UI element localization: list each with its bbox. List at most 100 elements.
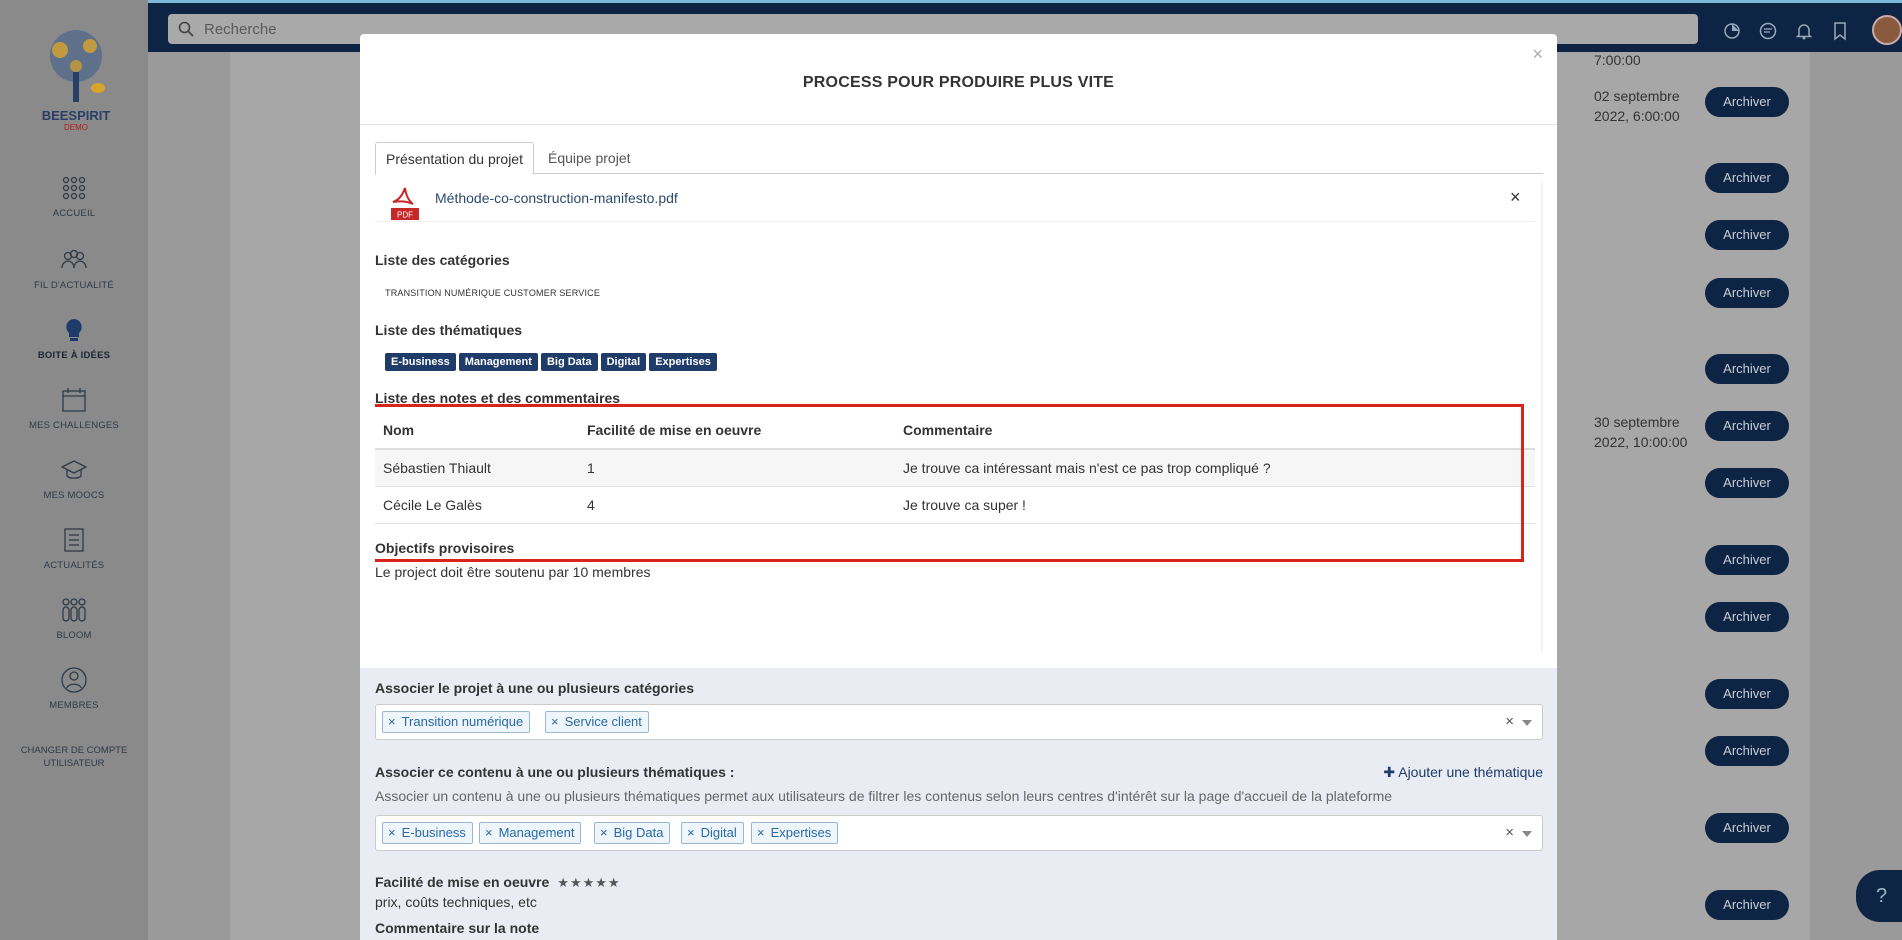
- objectives-title: Objectifs provisoires: [375, 540, 515, 556]
- archive-button[interactable]: Archiver: [1705, 679, 1789, 709]
- categories-title: Liste des catégories: [375, 252, 510, 268]
- themes-field-label: Associer ce contenu à une ou plusieurs t…: [375, 764, 735, 780]
- classification-form: Associer le projet à une ou plusieurs ca…: [360, 668, 1557, 940]
- category-chip[interactable]: × Transition numérique: [382, 711, 531, 733]
- group-icon: [62, 598, 86, 622]
- theme-chip[interactable]: × Expertises: [751, 822, 839, 844]
- theme-tag: Big Data: [540, 353, 598, 371]
- ease-help-text: prix, coûts techniques, etc: [375, 894, 537, 910]
- search-icon: [178, 21, 194, 37]
- remove-chip-icon[interactable]: ×: [600, 825, 608, 840]
- tab-bar: Présentation du projet Équipe projet: [375, 142, 1543, 175]
- sidebar-item-label: MES MOOCS: [43, 490, 105, 501]
- themes-help-text: Associer un contenu à une ou plusieurs t…: [375, 788, 1393, 804]
- divider: [360, 124, 1557, 125]
- archive-button[interactable]: Archiver: [1705, 602, 1789, 632]
- tab-presentation[interactable]: Présentation du projet: [375, 142, 534, 175]
- archive-button[interactable]: Archiver: [1705, 278, 1789, 308]
- chat-icon[interactable]: [1758, 21, 1778, 41]
- themes-select[interactable]: × E-business × Management × Big Data × Digit…: [375, 815, 1543, 851]
- sidebar-item-label: ACTUALITÉS: [43, 560, 105, 571]
- clear-icon[interactable]: ×: [1505, 713, 1514, 730]
- beespirit-logo[interactable]: BEESPIRIT DEMO: [30, 26, 122, 134]
- chip-label: E-business: [401, 825, 466, 840]
- theme-tag: Management: [458, 353, 538, 371]
- scrollbar[interactable]: ▲ ▼: [1541, 182, 1543, 652]
- comment-label: Commentaire sur la note: [375, 920, 540, 936]
- background-date: 02 septembre 2022, 6:00:00: [1594, 88, 1680, 124]
- category-chip[interactable]: × Service client: [545, 711, 649, 733]
- pdf-icon-label: PDF: [397, 211, 413, 220]
- theme-chip[interactable]: × Big Data: [594, 822, 671, 844]
- people-icon: [61, 249, 87, 269]
- remove-chip-icon[interactable]: ×: [388, 825, 396, 840]
- chip-label: Transition numérique: [401, 714, 524, 729]
- plus-icon: ✚: [1383, 764, 1399, 780]
- sidebar-item-actualites[interactable]: ACTUALITÉS: [0, 526, 148, 571]
- tab-equipe-projet[interactable]: Équipe projet: [538, 142, 641, 175]
- sidebar-item-membres[interactable]: MEMBRES: [0, 666, 148, 711]
- switch-account-link[interactable]: CHANGER DE COMPTE UTILISATEUR: [14, 744, 134, 770]
- themes-title: Liste des thématiques: [375, 322, 523, 338]
- logo-subtext: DEMO: [64, 123, 88, 132]
- star-rating[interactable]: ★★★★★: [557, 875, 620, 890]
- remove-attachment-icon[interactable]: ×: [1510, 187, 1521, 208]
- chip-label: Management: [498, 825, 575, 840]
- lightbulb-icon: [66, 319, 82, 341]
- remove-chip-icon[interactable]: ×: [388, 714, 396, 729]
- theme-chip[interactable]: × E-business: [382, 822, 473, 844]
- sidebar-item-label: FIL D'ACTUALITÉ: [34, 280, 114, 291]
- remove-chip-icon[interactable]: ×: [687, 825, 695, 840]
- chevron-down-icon[interactable]: [1522, 720, 1532, 726]
- help-button[interactable]: ?: [1856, 870, 1902, 922]
- categories-field-label: Associer le projet à une ou plusieurs ca…: [375, 680, 694, 696]
- search-placeholder: Recherche: [204, 21, 277, 38]
- sidebar-item-accueil[interactable]: ACCUEIL: [0, 174, 148, 219]
- project-details-scroll[interactable]: PDF Méthode-co-construction-manifesto.pd…: [375, 182, 1543, 652]
- pie-chart-icon[interactable]: [1722, 21, 1742, 41]
- theme-chip[interactable]: × Digital: [681, 822, 744, 844]
- themes-list: E-business Management Big Data Digital Exper…: [385, 352, 720, 371]
- categories-list: TRANSITION NUMÉRIQUE CUSTOMER SERVICE: [385, 288, 601, 298]
- sidebar: BEESPIRIT DEMO ACCUEIL FIL D'ACTUALITÉ B…: [0, 0, 148, 940]
- attachment-link[interactable]: Méthode-co-construction-manifesto.pdf: [435, 190, 678, 206]
- categories-select[interactable]: × Transition numérique × Service client ×: [375, 704, 1543, 740]
- sidebar-item-boite-a-idees[interactable]: BOITE À IDÉES: [0, 316, 148, 361]
- archive-button[interactable]: Archiver: [1705, 813, 1789, 843]
- logo-text: BEESPIRIT: [42, 108, 111, 123]
- clear-icon[interactable]: ×: [1505, 824, 1514, 841]
- sidebar-item-fil-actualite[interactable]: FIL D'ACTUALITÉ: [0, 246, 148, 291]
- sidebar-item-label: BOITE À IDÉES: [37, 350, 111, 361]
- grid-dots-icon: [62, 176, 86, 200]
- bookmark-icon[interactable]: [1830, 21, 1850, 41]
- archive-button[interactable]: Archiver: [1705, 468, 1789, 498]
- archive-button[interactable]: Archiver: [1705, 736, 1789, 766]
- modal-title: PROCESS POUR PRODUIRE PLUS VITE: [802, 74, 1115, 91]
- sidebar-item-label: MES CHALLENGES: [29, 420, 119, 431]
- archive-button[interactable]: Archiver: [1705, 354, 1789, 384]
- bell-icon[interactable]: [1794, 21, 1814, 41]
- archive-button[interactable]: Archiver: [1705, 411, 1789, 441]
- archive-button[interactable]: Archiver: [1705, 163, 1789, 193]
- sidebar-item-bloom[interactable]: BLOOM: [0, 596, 148, 641]
- archive-button[interactable]: Archiver: [1705, 545, 1789, 575]
- background-date: 30 septembre 2022, 10:00:00: [1594, 414, 1688, 450]
- notes-section: Nom Facilité de mise en oeuvre Commentai…: [375, 404, 1535, 562]
- graduation-cap-icon: [60, 460, 88, 479]
- add-theme-button[interactable]: ✚ Ajouter une thématique: [1383, 764, 1543, 781]
- avatar[interactable]: [1872, 15, 1902, 45]
- attachment-row: PDF Méthode-co-construction-manifesto.pd…: [375, 182, 1535, 222]
- sidebar-item-mes-challenges[interactable]: MES CHALLENGES: [0, 386, 148, 431]
- chip-label: Digital: [700, 825, 737, 840]
- archive-button[interactable]: Archiver: [1705, 220, 1789, 250]
- archive-button[interactable]: Archiver: [1705, 87, 1789, 117]
- chevron-down-icon[interactable]: [1522, 831, 1532, 837]
- close-icon[interactable]: ×: [1532, 44, 1543, 65]
- remove-chip-icon[interactable]: ×: [757, 825, 765, 840]
- sidebar-item-mes-moocs[interactable]: MES MOOCS: [0, 456, 148, 501]
- archive-button[interactable]: Archiver: [1705, 890, 1789, 920]
- remove-chip-icon[interactable]: ×: [551, 714, 559, 729]
- remove-chip-icon[interactable]: ×: [485, 825, 493, 840]
- theme-chip[interactable]: × Management: [479, 822, 582, 844]
- theme-tag: E-business: [385, 353, 456, 371]
